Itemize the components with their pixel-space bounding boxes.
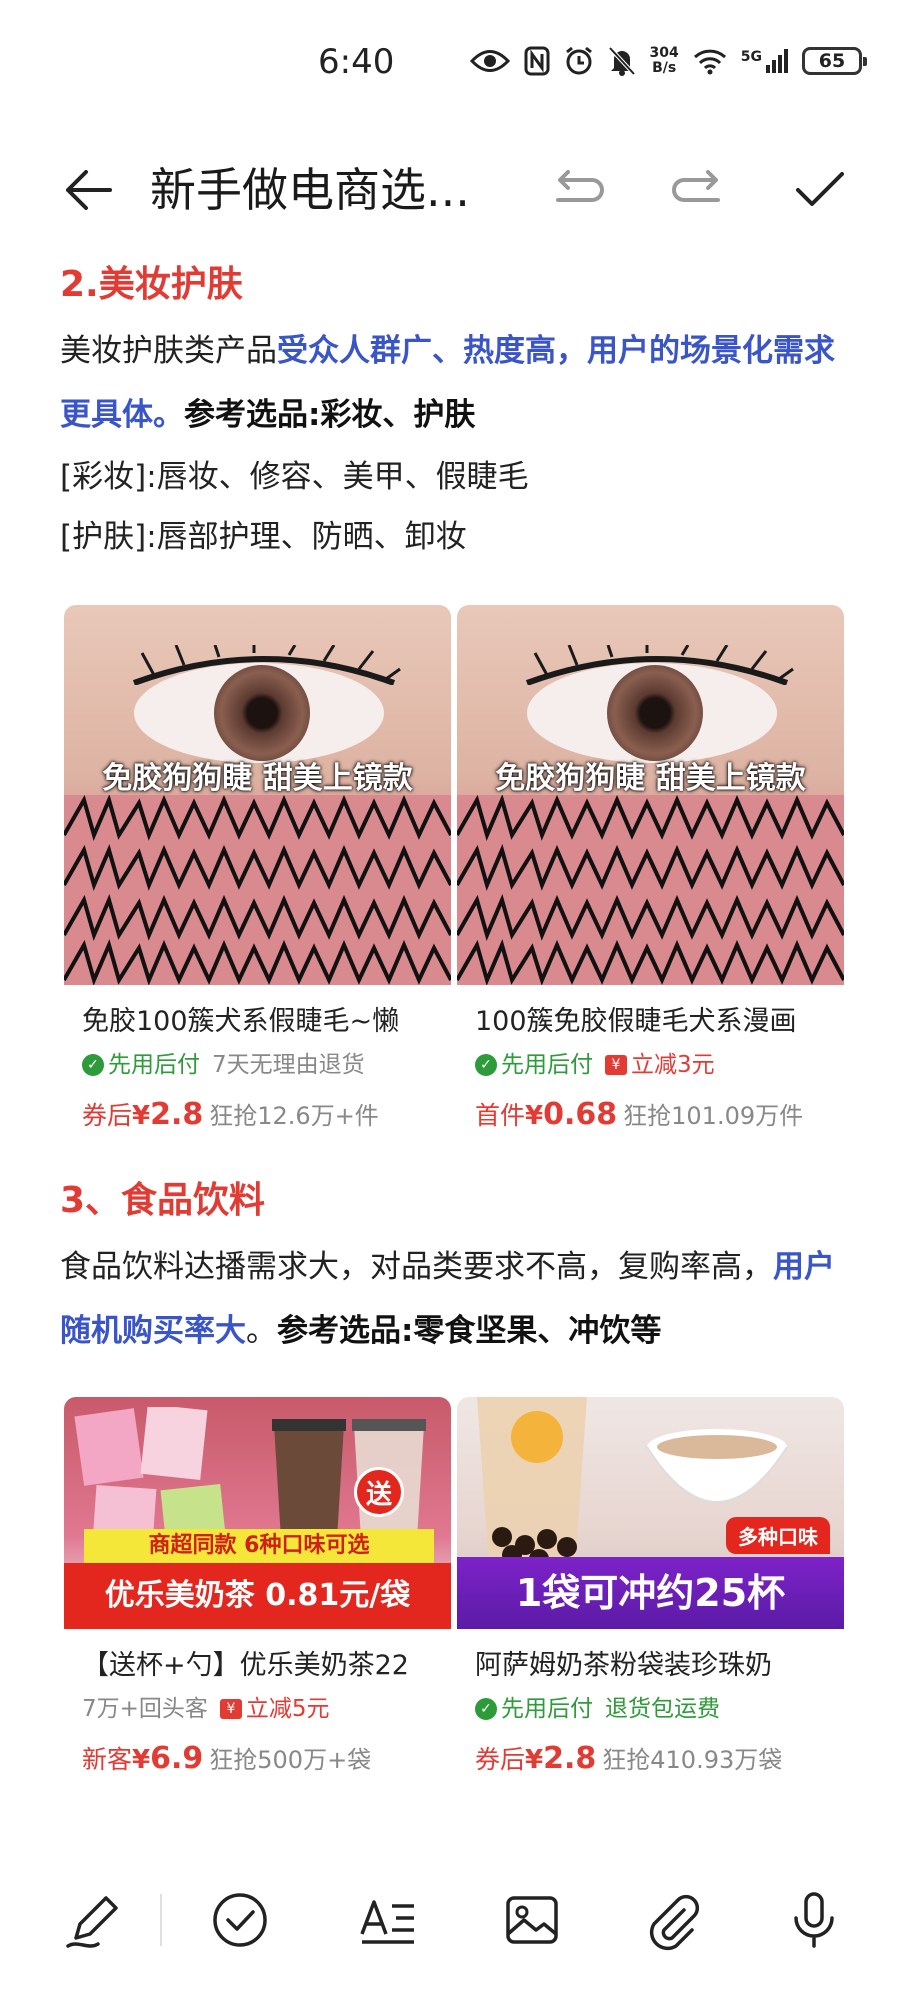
product-tags: ✓ 先用后付 退货包运费 <box>457 1687 844 1731</box>
product-tags: ✓ 先用后付 ¥ 立减3元 <box>457 1043 844 1087</box>
product-title: 【送杯+勺】优乐美奶茶22 <box>82 1650 409 1681</box>
shield-icon: ✓ <box>475 1054 497 1076</box>
product-card[interactable]: 送 商超同款 6种口味可选 优乐美奶茶 0.81元/袋 【送杯+勺】优乐美奶茶2… <box>64 1397 451 1797</box>
beauty-product-cards: 免胶狗狗睫 甜美上镜款 免胶100簇犬系假睫毛~懒 ✓先用后付 7天无理由退货 <box>64 605 844 1149</box>
product-image: 免胶狗狗睫 甜美上镜款 <box>64 605 451 985</box>
discount-tag: ¥ 立减3元 <box>605 1043 715 1087</box>
shield-icon: ✓ <box>475 1698 497 1720</box>
status-icons: 304 B/s 5G 65 <box>469 45 867 76</box>
image-banner-main: 1袋可冲约25杯 <box>457 1557 844 1629</box>
product-price: 新客¥6.9 狂抢500万+袋 <box>82 1741 372 1776</box>
eye-icon <box>469 50 510 72</box>
skincare-line: [护肤]:唇部护理、防晒、卸妆 <box>60 519 467 555</box>
net-speed: 304 B/s <box>649 45 679 76</box>
product-tags: ✓ 先用后付 7天无理由退货 <box>64 1043 451 1087</box>
gift-badge: 送 <box>354 1467 404 1517</box>
product-price: 券后¥2.8 狂抢410.93万袋 <box>475 1741 783 1776</box>
text-format-icon <box>360 1900 414 1944</box>
undo-button[interactable] <box>548 162 608 218</box>
free-return-tag: 退货包运费 <box>605 1696 720 1722</box>
editor-toolbar <box>0 1880 910 1960</box>
product-image: 免胶狗狗睫 甜美上镜款 <box>457 605 844 985</box>
attachment-icon <box>649 1894 700 1951</box>
check-circle-icon <box>213 1893 267 1947</box>
text-format-button[interactable] <box>356 1888 420 1952</box>
product-image: 多种口味 1袋可冲约25杯 <box>457 1397 844 1629</box>
product-price: 首件¥0.68 狂抢101.09万件 <box>475 1097 804 1132</box>
image-banner-top: 商超同款 6种口味可选 <box>84 1529 434 1563</box>
mute-bell-icon <box>608 46 636 76</box>
status-bar: 6:40 304 B/s 5G 65 <box>0 0 910 130</box>
makeup-line: [彩妆]:唇妆、修容、美甲、假睫毛 <box>60 459 529 495</box>
wifi-icon <box>693 49 726 75</box>
redo-button[interactable] <box>668 162 728 218</box>
product-image: 送 商超同款 6种口味可选 优乐美奶茶 0.81元/袋 <box>64 1397 451 1629</box>
pen-icon <box>66 1896 118 1948</box>
product-card[interactable]: 免胶狗狗睫 甜美上镜款 100簇免胶假睫毛犬系漫画 ✓ 先用后付 ¥ 立减3元 首 <box>457 605 844 1149</box>
image-banner-main: 优乐美奶茶 0.81元/袋 <box>64 1563 451 1629</box>
product-card[interactable]: 免胶狗狗睫 甜美上镜款 免胶100簇犬系假睫毛~懒 ✓先用后付 7天无理由退货 <box>64 605 451 1149</box>
product-tags: 7万+回头客 ¥ 立减5元 <box>64 1687 451 1731</box>
return-tag: 7天无理由退货 <box>212 1052 365 1078</box>
alarm-icon <box>565 46 592 75</box>
section-heading-beauty: 2.美妆护肤 <box>60 264 243 305</box>
redo-icon <box>672 170 720 202</box>
product-price: 券后¥2.8 狂抢12.6万+件 <box>82 1097 379 1132</box>
microphone-icon <box>794 1892 834 1948</box>
food-paragraph: 食品饮料达播需求大，对品类要求不高，复购率高，用户随机购买率大。参考选品:零食坚… <box>60 1249 835 1349</box>
handwriting-button[interactable] <box>62 1888 126 1952</box>
checkmark-icon <box>796 172 844 206</box>
pay-later-tag: ✓ 先用后付 <box>82 1043 200 1087</box>
beauty-paragraph: 美妆护肤类产品受众人群广、热度高，用户的场景化需求更具体。参考选品:彩妆、护肤 <box>60 333 835 433</box>
flavor-badge: 多种口味 <box>726 1517 830 1554</box>
back-button[interactable] <box>58 160 118 220</box>
section-heading-food: 3、食品饮料 <box>60 1180 266 1221</box>
product-title: 免胶100簇犬系假睫毛~懒 <box>82 1006 400 1037</box>
discount-tag: ¥ 立减5元 <box>219 1687 330 1731</box>
pay-later-tag: ✓ 先用后付 <box>475 1043 593 1087</box>
signal-icon: 5G <box>741 49 788 73</box>
status-time: 6:40 <box>318 42 395 82</box>
toolbar-divider <box>160 1894 162 1946</box>
product-title: 100簇免胶假睫毛犬系漫画 <box>475 1006 797 1037</box>
food-product-cards: 送 商超同款 6种口味可选 优乐美奶茶 0.81元/袋 【送杯+勺】优乐美奶茶2… <box>64 1397 844 1797</box>
article-body[interactable]: 2.美妆护肤 美妆护肤类产品受众人群广、热度高，用户的场景化需求更具体。参考选品… <box>60 255 860 1797</box>
undo-icon <box>556 170 604 202</box>
checklist-button[interactable] <box>208 1888 272 1952</box>
coupon-icon: ¥ <box>605 1055 627 1075</box>
voice-input-button[interactable] <box>782 1888 846 1952</box>
shield-icon: ✓ <box>82 1054 104 1076</box>
document-title: 新手做电商选... <box>150 163 470 217</box>
attachment-button[interactable] <box>640 1888 704 1952</box>
nfc-icon <box>524 46 550 76</box>
image-icon <box>506 1896 558 1944</box>
title-bar: 新手做电商选... <box>0 150 910 230</box>
insert-image-button[interactable] <box>500 1888 564 1952</box>
image-caption: 免胶狗狗睫 甜美上镜款 <box>102 761 413 796</box>
arrow-left-icon <box>66 170 112 210</box>
repeat-customer-tag: 7万+回头客 <box>82 1696 208 1722</box>
product-card[interactable]: 多种口味 1袋可冲约25杯 阿萨姆奶茶粉袋装珍珠奶 ✓ 先用后付 退货包运费 券后… <box>457 1397 844 1797</box>
done-button[interactable] <box>790 162 850 218</box>
coupon-icon: ¥ <box>219 1699 242 1719</box>
product-title: 阿萨姆奶茶粉袋装珍珠奶 <box>475 1650 772 1681</box>
image-caption: 免胶狗狗睫 甜美上镜款 <box>495 761 806 796</box>
pay-later-tag: ✓ 先用后付 <box>475 1687 593 1731</box>
battery-indicator: 65 <box>802 47 867 75</box>
